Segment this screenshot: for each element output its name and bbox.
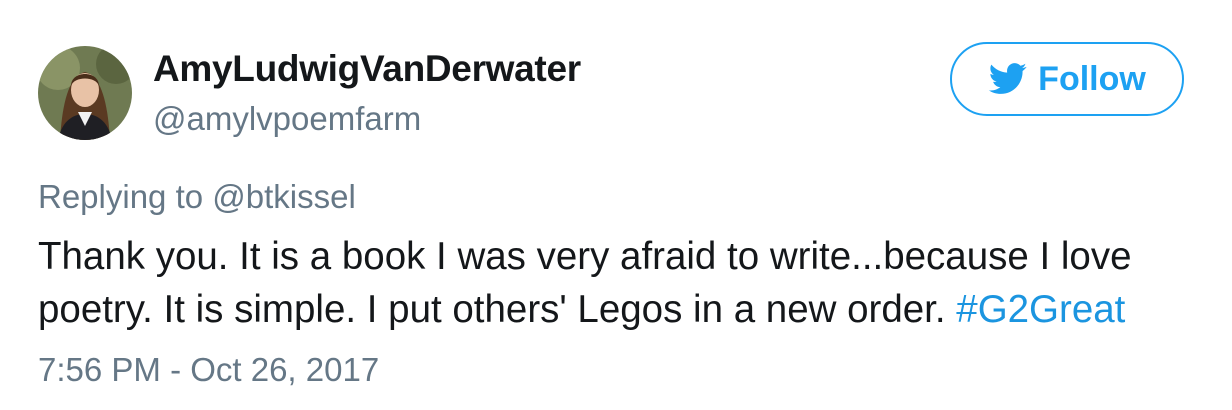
reply-mention-link[interactable]: @btkissel	[212, 178, 356, 215]
follow-button[interactable]: Follow	[950, 42, 1184, 116]
avatar[interactable]	[38, 46, 132, 140]
reply-prefix: Replying to	[38, 178, 204, 215]
tweet-text-line-1: Thank you. It is a book I was very afrai…	[38, 235, 1132, 278]
tweet-text-line-2-body: poetry. It is simple. I put others' Lego…	[38, 288, 946, 331]
reply-context: Replying to @btkissel	[38, 178, 356, 216]
tweet-text: Thank you. It is a book I was very afrai…	[38, 230, 1208, 336]
avatar-image	[38, 46, 132, 140]
display-name[interactable]: AmyLudwigVanDerwater	[153, 48, 581, 90]
user-handle[interactable]: @amylvpoemfarm	[153, 100, 421, 138]
follow-button-label: Follow	[1038, 59, 1146, 98]
twitter-bird-icon	[988, 63, 1027, 94]
tweet-card: AmyLudwigVanDerwater @amylvpoemfarm Foll…	[0, 0, 1232, 410]
tweet-text-line-2: poetry. It is simple. I put others' Lego…	[38, 283, 1208, 336]
timestamp[interactable]: 7:56 PM - Oct 26, 2017	[38, 351, 379, 389]
hashtag-link[interactable]: #G2Great	[956, 288, 1125, 331]
